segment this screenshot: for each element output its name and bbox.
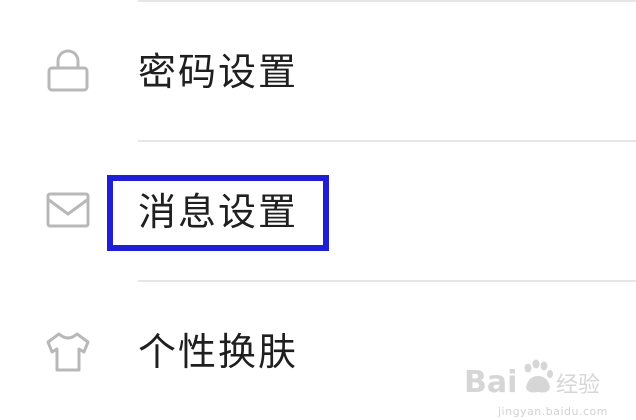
svg-text:经验: 经验 <box>556 373 600 398</box>
settings-item-message[interactable]: 消息设置 <box>0 142 636 280</box>
svg-text:Bai: Bai <box>464 365 517 400</box>
watermark-url: jingyan.baidu.com <box>497 405 608 418</box>
shirt-icon <box>46 332 90 372</box>
baidu-paw-logo: Bai 经验 <box>464 359 600 400</box>
envelope-icon <box>46 192 90 228</box>
settings-item-label: 个性换肤 <box>138 330 299 374</box>
settings-item-label: 密码设置 <box>138 50 299 94</box>
settings-item-label: 消息设置 <box>138 190 299 234</box>
watermark: Bai 经验 jingyan.baidu.com <box>462 354 608 418</box>
settings-item-password[interactable]: 密码设置 <box>0 2 636 140</box>
lock-icon <box>47 49 89 92</box>
